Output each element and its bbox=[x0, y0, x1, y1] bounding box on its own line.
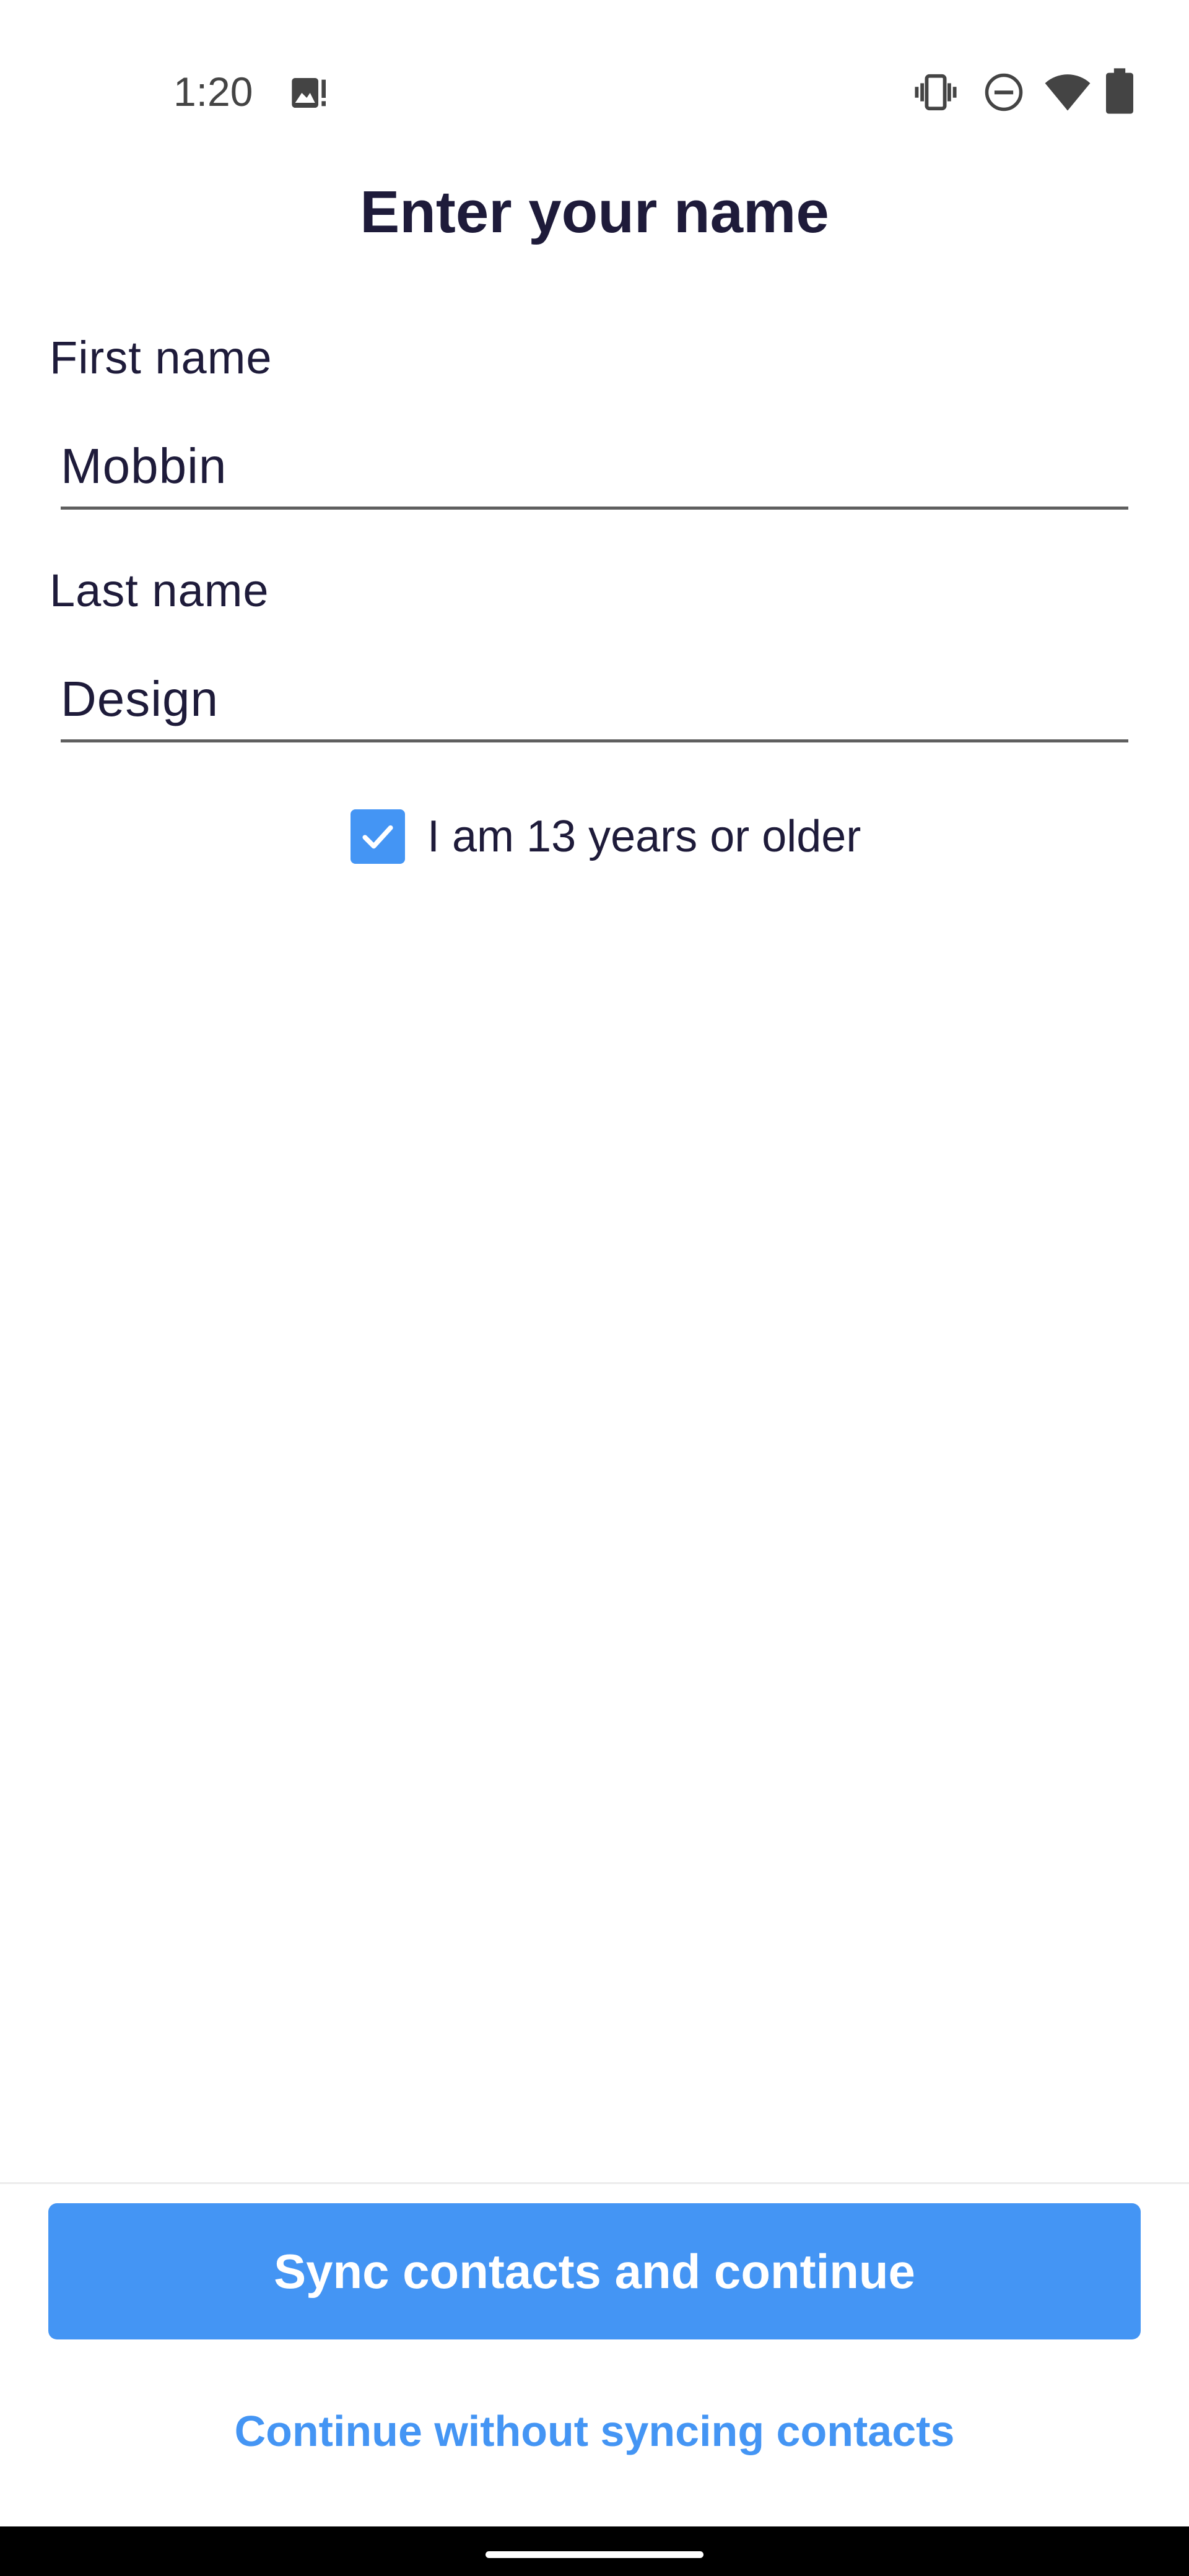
last-name-input[interactable] bbox=[61, 659, 1128, 742]
status-time: 1:20 bbox=[173, 69, 253, 115]
page-title: Enter your name bbox=[360, 179, 829, 245]
system-navigation-bar bbox=[0, 2526, 1189, 2576]
photo-alert-icon bbox=[292, 78, 326, 108]
do-not-disturb-icon bbox=[985, 73, 1023, 111]
age-checkbox-label[interactable]: I am 13 years or older bbox=[427, 809, 861, 864]
continue-without-syncing-link[interactable]: Continue without syncing contacts bbox=[0, 2400, 1189, 2462]
first-name-label: First name bbox=[50, 332, 272, 383]
age-checkbox[interactable] bbox=[351, 809, 405, 864]
wifi-icon bbox=[1045, 74, 1091, 111]
home-gesture-handle[interactable] bbox=[486, 2551, 703, 2558]
checkmark-icon bbox=[362, 825, 393, 849]
status-bar: 1:20 bbox=[0, 0, 1189, 142]
bottom-divider bbox=[0, 2182, 1189, 2184]
vibrate-icon bbox=[915, 74, 957, 111]
sync-contacts-button[interactable]: Sync contacts and continue bbox=[48, 2203, 1141, 2339]
enter-name-screen: 1:20 Enter your name First name Mobbin L… bbox=[0, 0, 1189, 2576]
last-name-label: Last name bbox=[50, 565, 269, 616]
battery-icon bbox=[1106, 68, 1133, 114]
first-name-input[interactable] bbox=[61, 426, 1128, 510]
age-confirmation-row[interactable]: I am 13 years or older bbox=[351, 809, 861, 864]
